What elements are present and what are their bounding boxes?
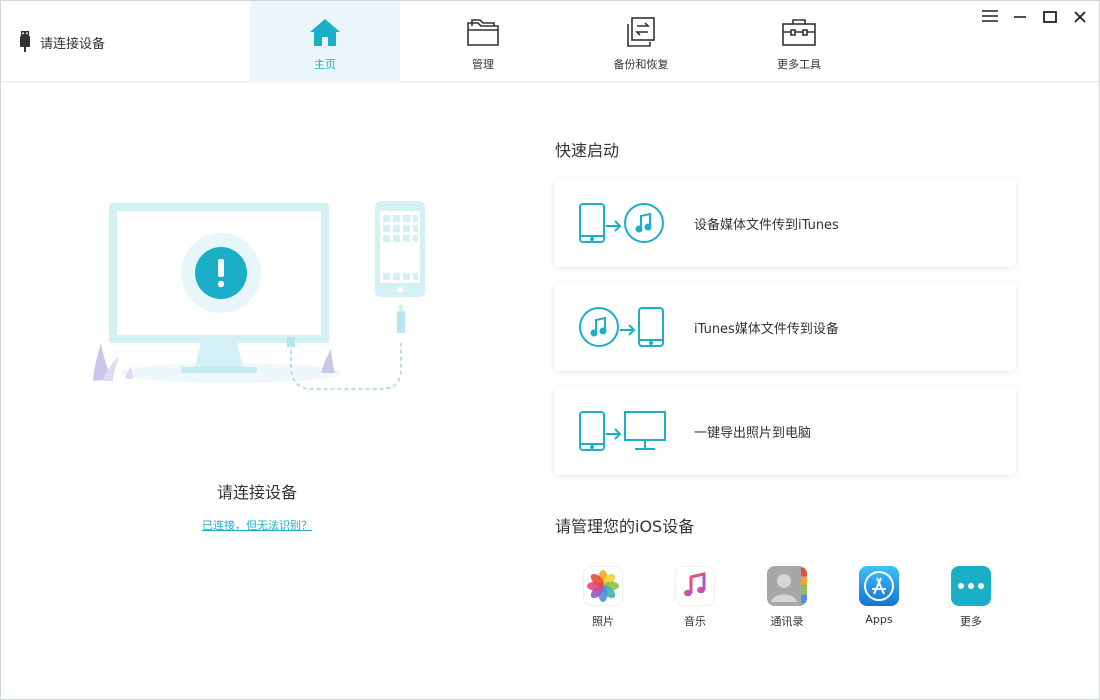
window-controls: [975, 5, 1095, 29]
app-more[interactable]: 更多: [925, 566, 1017, 629]
usb-plug-icon: [19, 31, 31, 53]
arrow-right-icon: [606, 217, 622, 236]
home-icon: [307, 15, 343, 49]
tab-backup-restore[interactable]: 备份和恢复: [566, 1, 716, 82]
quick-start-itunes-to-device[interactable]: iTunes媒体文件传到设备: [554, 283, 1016, 371]
tab-home-label: 主页: [314, 58, 336, 71]
music-icon: [675, 566, 715, 606]
quick-start-export-photos[interactable]: 一键导出照片到电脑: [554, 387, 1016, 475]
app-apps[interactable]: Apps: [833, 566, 925, 629]
quick-start-icons: [554, 179, 694, 267]
main-tabs: 主页 管理 备份和恢复 更多工具: [250, 1, 882, 82]
manage-apps-row: 照片 音乐 通讯录 Apps 更多: [557, 566, 1017, 629]
phone-icon: [579, 411, 605, 455]
menu-button[interactable]: [975, 5, 1005, 29]
tab-backup-restore-label: 备份和恢复: [613, 58, 669, 71]
monitor-icon: [624, 411, 666, 455]
toolbox-icon: [781, 15, 817, 49]
quick-start-label: iTunes媒体文件传到设备: [694, 321, 839, 337]
minimize-button[interactable]: [1005, 5, 1035, 29]
app-label: Apps: [865, 613, 893, 626]
folder-icon: [465, 15, 501, 49]
app-photos[interactable]: 照片: [557, 566, 649, 629]
contacts-icon: [767, 566, 807, 606]
menu-icon: [982, 8, 998, 27]
quick-start-icons: [554, 387, 694, 475]
photos-icon: [583, 566, 623, 606]
app-window: 请连接设备 主页 管理 备份和恢复 更多工具 请连接设备 已连接，但无法识别？ …: [0, 0, 1100, 700]
maximize-button[interactable]: [1035, 5, 1065, 29]
tab-more-tools-label: 更多工具: [777, 58, 821, 71]
app-label: 通讯录: [770, 615, 804, 628]
app-label: 音乐: [684, 615, 706, 628]
app-music[interactable]: 音乐: [649, 566, 741, 629]
app-store-icon: [859, 566, 899, 606]
tab-manage[interactable]: 管理: [408, 1, 558, 82]
quick-start-label: 一键导出照片到电脑: [694, 425, 812, 441]
close-icon: [1074, 8, 1086, 27]
top-bar: 请连接设备 主页 管理 备份和恢复 更多工具: [1, 1, 1099, 82]
connected-not-recognized-link[interactable]: 已连接，但无法识别？: [1, 517, 513, 533]
tab-more-tools[interactable]: 更多工具: [724, 1, 874, 82]
maximize-icon: [1043, 8, 1057, 27]
music-note-icon: [624, 203, 664, 247]
device-status: 请连接设备: [19, 31, 105, 53]
quick-start-icons: [554, 283, 694, 371]
minimize-icon: [1014, 8, 1026, 27]
arrow-right-icon: [606, 425, 622, 444]
quick-start-label: 设备媒体文件传到iTunes: [694, 217, 839, 233]
connect-device-title: 请连接设备: [216, 483, 297, 502]
device-status-text: 请连接设备: [40, 36, 106, 52]
app-contacts[interactable]: 通讯录: [741, 566, 833, 629]
tab-home[interactable]: 主页: [250, 1, 400, 82]
arrow-right-icon: [620, 321, 636, 340]
quick-start-device-to-itunes[interactable]: 设备媒体文件传到iTunes: [554, 179, 1016, 267]
app-label: 更多: [960, 615, 982, 628]
manage-ios-title: 请管理您的iOS设备: [555, 517, 695, 536]
more-icon: [951, 566, 991, 606]
quick-start-title: 快速启动: [555, 141, 620, 160]
phone-icon: [638, 307, 664, 351]
phone-icon: [579, 203, 605, 247]
backup-restore-icon: [623, 15, 659, 49]
app-label: 照片: [592, 615, 614, 628]
tab-manage-label: 管理: [472, 58, 494, 71]
connect-device-illustration: [81, 191, 441, 401]
music-note-icon: [579, 307, 619, 351]
close-button[interactable]: [1065, 5, 1095, 29]
